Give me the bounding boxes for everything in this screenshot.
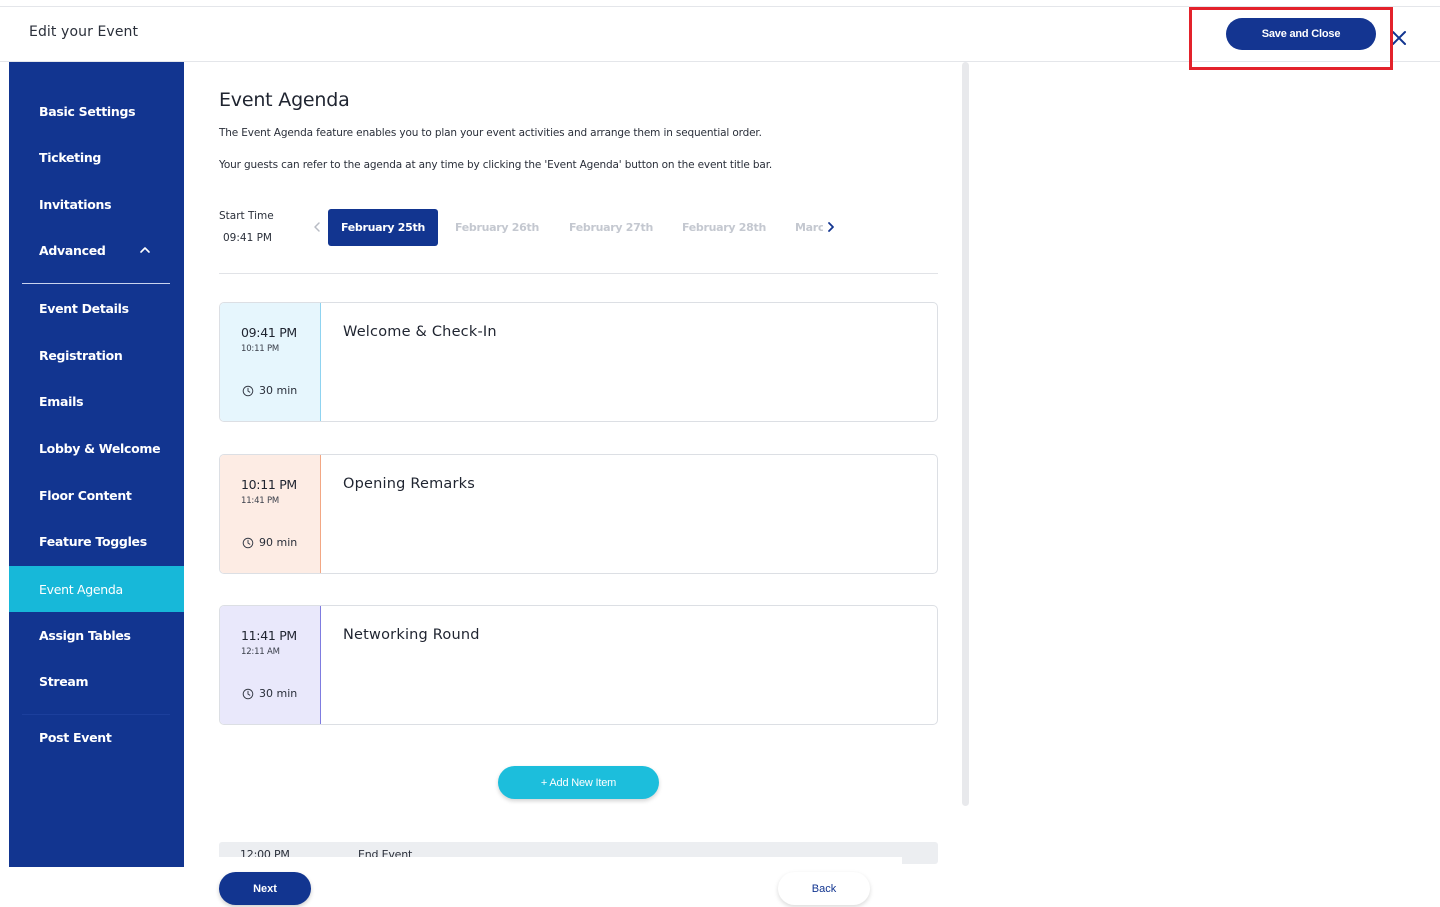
page-title-header: Edit your Event [29, 24, 139, 40]
date-tab-feb-27[interactable]: February 27th [569, 209, 653, 246]
agenda-item[interactable]: 11:41 PM 12:11 AM 30 min Networking Roun… [219, 605, 938, 725]
date-divider [219, 273, 938, 274]
section-title: Event Agenda [219, 89, 350, 111]
page-header: Edit your Event Save and Close [0, 7, 1440, 62]
agenda-item[interactable]: 10:11 PM 11:41 PM 90 min Opening Remarks [219, 454, 938, 574]
sidebar-item-lobby-welcome[interactable]: Lobby & Welcome [9, 425, 184, 471]
chevron-right-icon[interactable] [825, 220, 837, 234]
sidebar-item-feature-toggles[interactable]: Feature Toggles [9, 518, 184, 564]
agenda-end-time: 10:11 PM [241, 344, 280, 354]
next-button[interactable]: Next [219, 872, 311, 905]
sidebar-item-event-details[interactable]: Event Details [9, 285, 184, 331]
agenda-duration: 90 min [242, 536, 297, 549]
sidebar: Basic Settings Ticketing Invitations Adv… [9, 62, 184, 867]
chevron-left-icon[interactable] [311, 220, 323, 234]
sidebar-item-floor-content[interactable]: Floor Content [9, 472, 184, 518]
save-and-close-button[interactable]: Save and Close [1226, 18, 1376, 50]
content-scrollbar[interactable] [962, 62, 969, 806]
agenda-end-time: 12:11 AM [241, 647, 280, 657]
start-time-label: Start Time [219, 210, 274, 222]
agenda-item[interactable]: 09:41 PM 10:11 PM 30 min Welcome & Check… [219, 302, 938, 422]
add-new-item-button[interactable]: + Add New Item [498, 766, 659, 799]
sidebar-item-registration[interactable]: Registration [9, 332, 184, 378]
agenda-time-block: 09:41 PM 10:11 PM 30 min [220, 303, 321, 421]
sidebar-item-advanced[interactable]: Advanced [9, 227, 184, 273]
clock-icon [242, 537, 254, 548]
sidebar-item-assign-tables[interactable]: Assign Tables [9, 612, 184, 658]
sidebar-item-post-event[interactable]: Post Event [9, 714, 184, 760]
close-icon[interactable] [1390, 29, 1408, 47]
clock-icon [242, 688, 254, 699]
agenda-time-block: 10:11 PM 11:41 PM 90 min [220, 455, 321, 573]
agenda-duration: 30 min [242, 687, 297, 700]
description-line-1: The Event Agenda feature enables you to … [219, 127, 762, 139]
agenda-title: Opening Remarks [343, 476, 476, 492]
sidebar-divider [22, 283, 170, 284]
main-content: Event Agenda The Event Agenda feature en… [184, 62, 969, 864]
date-tab-mar-1[interactable]: March 1st [795, 209, 823, 246]
agenda-title: Welcome & Check-In [343, 324, 497, 340]
agenda-duration: 30 min [242, 384, 297, 397]
sidebar-item-stream[interactable]: Stream [9, 658, 184, 704]
agenda-time-block: 11:41 PM 12:11 AM 30 min [220, 606, 321, 724]
start-time-value[interactable]: 09:41 PM [223, 232, 272, 244]
clock-icon [242, 385, 254, 396]
description-line-2: Your guests can refer to the agenda at a… [219, 159, 773, 171]
sidebar-item-invitations[interactable]: Invitations [9, 181, 184, 227]
date-tab-feb-25[interactable]: February 25th [328, 209, 439, 246]
agenda-title: Networking Round [343, 627, 480, 643]
date-tab-feb-28[interactable]: February 28th [682, 209, 766, 246]
chevron-up-icon [140, 247, 150, 253]
sidebar-item-basic-settings[interactable]: Basic Settings [9, 88, 184, 134]
sidebar-item-emails[interactable]: Emails [9, 378, 184, 424]
back-button[interactable]: Back [778, 872, 870, 905]
agenda-start-time: 10:11 PM [241, 477, 297, 492]
date-tab-feb-26[interactable]: February 26th [455, 209, 539, 246]
agenda-start-time: 09:41 PM [241, 325, 297, 340]
agenda-start-time: 11:41 PM [241, 628, 297, 643]
sidebar-item-ticketing[interactable]: Ticketing [9, 134, 184, 180]
footer-bar: Next Back [184, 857, 902, 907]
sidebar-item-event-agenda[interactable]: Event Agenda [9, 566, 184, 612]
agenda-end-time: 11:41 PM [241, 496, 280, 506]
